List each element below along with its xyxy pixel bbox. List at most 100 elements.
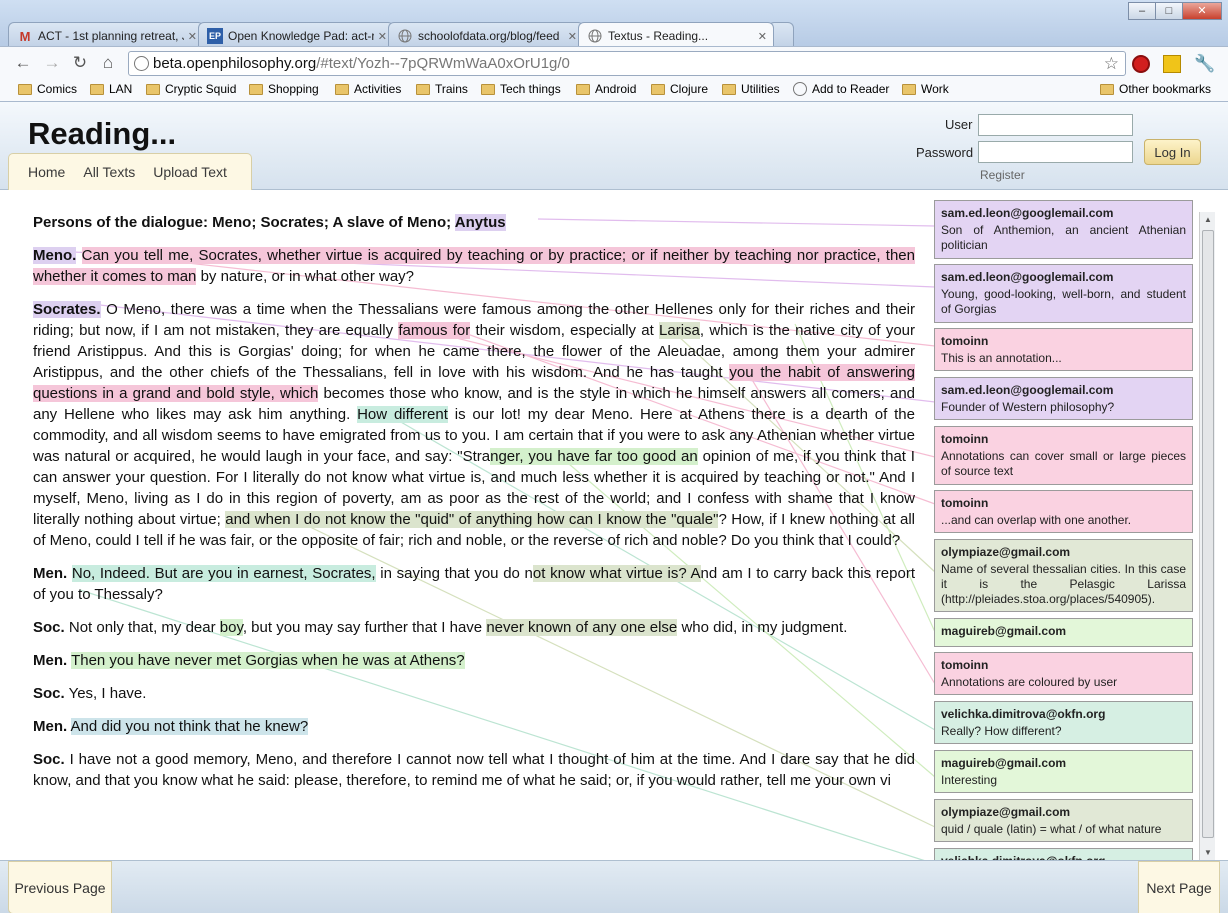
reading-text: Persons of the dialogue: Meno; Socrates;… xyxy=(33,212,915,803)
highlight-larisa[interactable]: Larisa xyxy=(659,322,700,339)
annotation-card[interactable]: velichka.dimitrova@okfn.org Really? How d… xyxy=(934,701,1193,744)
text-span: in saying that you do n xyxy=(375,565,533,582)
speaker-label[interactable]: Meno. xyxy=(33,247,77,264)
highlight-how-different[interactable]: How different xyxy=(357,406,448,423)
maximize-button[interactable]: □ xyxy=(1155,2,1183,20)
text-paragraph: Soc. Yes, I have. xyxy=(33,683,915,704)
annotation-user: olympiaze@gmail.com xyxy=(941,805,1071,819)
text-paragraph: Men. Then you have never met Gorgias whe… xyxy=(33,650,915,671)
browser-tab-schoolofdata[interactable]: schoolofdata.org/blog/feed ✕ xyxy=(388,22,584,46)
highlight-anytus[interactable]: Anytus xyxy=(454,214,506,231)
bookmark-trains[interactable]: Trains xyxy=(416,82,468,96)
minimize-button[interactable]: – xyxy=(1128,2,1156,20)
highlight-span[interactable]: No, Indeed. But are you in earnest, Socr… xyxy=(71,565,376,582)
speaker-label: Men. xyxy=(33,565,68,582)
wrench-menu-icon[interactable]: 🔧 xyxy=(1194,55,1215,73)
highlight-span[interactable]: nger, you have far too good an xyxy=(490,448,698,465)
highlight-span[interactable]: Can you tell me, Socrates, whether virtu… xyxy=(33,247,915,285)
close-window-button[interactable]: ✕ xyxy=(1182,2,1222,20)
previous-page-button[interactable]: Previous Page xyxy=(8,861,112,913)
bookmark-label: Work xyxy=(921,82,949,96)
scrollbar-thumb[interactable] xyxy=(1202,230,1214,838)
close-tab-icon[interactable]: ✕ xyxy=(188,30,197,43)
bookmark-utilities[interactable]: Utilities xyxy=(722,82,780,96)
page-info-icon[interactable] xyxy=(134,56,149,71)
bookmark-clojure[interactable]: Clojure xyxy=(651,82,708,96)
next-page-button[interactable]: Next Page xyxy=(1138,861,1220,913)
highlight-span[interactable]: ot know what virtue is? A xyxy=(532,565,701,582)
highlight-span[interactable]: famous for xyxy=(398,322,471,339)
nav-home[interactable]: Home xyxy=(28,164,65,180)
browser-tab-gmail[interactable]: M ACT - 1st planning retreat, J ✕ xyxy=(8,22,204,46)
annotation-text: Young, good-looking, well-born, and stud… xyxy=(941,287,1186,316)
bookmark-android[interactable]: Android xyxy=(576,82,636,96)
browser-tab-knowledge-pad[interactable]: EP Open Knowledge Pad: act-r ✕ xyxy=(198,22,394,46)
text-paragraph: Persons of the dialogue: Meno; Socrates;… xyxy=(33,212,915,233)
back-arrow-icon[interactable]: ← xyxy=(12,52,34,74)
forward-arrow-icon[interactable]: → xyxy=(41,52,63,74)
address-bar[interactable]: beta.openphilosophy.org/#text/Yozh--7pQR… xyxy=(128,51,1126,76)
bookmark-shopping[interactable]: Shopping xyxy=(249,82,319,96)
bookmark-star-icon[interactable]: ☆ xyxy=(1104,52,1119,75)
annotation-user: sam.ed.leon@googlemail.com xyxy=(941,206,1114,220)
close-tab-icon[interactable]: ✕ xyxy=(568,30,577,43)
bookmark-label: Shopping xyxy=(268,82,319,96)
bookmark-cryptic-squid[interactable]: Cryptic Squid xyxy=(146,82,236,96)
url-host: beta.openphilosophy.org xyxy=(153,55,317,72)
nav-upload-text[interactable]: Upload Text xyxy=(153,164,227,180)
bookmark-activities[interactable]: Activities xyxy=(335,82,401,96)
bookmark-label: Cryptic Squid xyxy=(165,82,237,96)
folder-icon xyxy=(902,83,916,95)
annotation-card[interactable]: sam.ed.leon@googlemail.com Son of Anthemi… xyxy=(934,200,1193,259)
web-page: Reading... Home All Texts Upload Text Us… xyxy=(0,102,1228,913)
user-label: User xyxy=(945,117,973,132)
sidebar-scrollbar[interactable]: ▲ ▼ xyxy=(1199,212,1215,860)
user-input[interactable] xyxy=(978,114,1133,136)
login-button[interactable]: Log In xyxy=(1144,139,1201,165)
close-tab-icon[interactable]: ✕ xyxy=(378,30,387,43)
close-tab-icon[interactable]: ✕ xyxy=(758,30,767,43)
annotation-card[interactable]: olympiaze@gmail.com Name of several thess… xyxy=(934,539,1193,612)
bookmark-work[interactable]: Work xyxy=(902,82,949,96)
speaker-label[interactable]: Socrates. xyxy=(33,301,101,318)
password-input[interactable] xyxy=(978,141,1133,163)
bookmark-add-to-reader[interactable]: Add to Reader xyxy=(793,82,889,96)
bookmark-label: Activities xyxy=(354,82,402,96)
scroll-up-arrow-icon[interactable]: ▲ xyxy=(1200,215,1216,224)
highlight-span[interactable]: And did you not think that he knew? xyxy=(70,718,309,735)
home-icon[interactable]: ⌂ xyxy=(97,52,119,74)
register-link[interactable]: Register xyxy=(980,168,1025,182)
adblock-extension-icon[interactable] xyxy=(1132,55,1150,73)
annotation-card[interactable]: maguireb@gmail.com xyxy=(934,618,1193,647)
annotation-card[interactable]: sam.ed.leon@googlemail.com Young, good-lo… xyxy=(934,264,1193,323)
annotation-card[interactable]: maguireb@gmail.com Interesting xyxy=(934,750,1193,793)
folder-icon xyxy=(18,83,32,95)
annotation-user: olympiaze@gmail.com xyxy=(941,545,1071,559)
highlight-boy[interactable]: boy xyxy=(219,619,243,636)
bookmark-tech-things[interactable]: Tech things xyxy=(481,82,561,96)
tab-title: Textus - Reading... xyxy=(608,29,709,43)
extension-icon[interactable] xyxy=(1163,55,1181,73)
other-bookmarks[interactable]: Other bookmarks xyxy=(1100,82,1211,96)
browser-titlebar: – □ ✕ M ACT - 1st planning retreat, J ✕ … xyxy=(0,0,1228,46)
bookmark-lan[interactable]: LAN xyxy=(90,82,132,96)
folder-icon xyxy=(1100,83,1114,95)
annotation-text: Name of several thessalian cities. In th… xyxy=(941,562,1186,606)
annotation-card[interactable]: olympiaze@gmail.com quid / quale (latin) … xyxy=(934,799,1193,842)
highlight-quid-quale[interactable]: and when I do not know the "quid" of any… xyxy=(225,511,719,528)
browser-tab-textus[interactable]: Textus - Reading... ✕ xyxy=(578,22,774,46)
bookmark-comics[interactable]: Comics xyxy=(18,82,77,96)
annotation-card[interactable]: tomoinn ...and can overlap with one anoth… xyxy=(934,490,1193,533)
nav-all-texts[interactable]: All Texts xyxy=(83,164,135,180)
annotation-card[interactable]: tomoinn This is an annotation... xyxy=(934,328,1193,371)
scroll-down-arrow-icon[interactable]: ▼ xyxy=(1200,848,1216,857)
highlight-span[interactable]: Then you have never met Gorgias when he … xyxy=(71,652,465,669)
app-header: Reading... Home All Texts Upload Text Us… xyxy=(0,102,1228,190)
annotation-card[interactable]: tomoinn Annotations can cover small or la… xyxy=(934,426,1193,485)
main-nav: Home All Texts Upload Text xyxy=(8,153,252,190)
annotation-card[interactable]: sam.ed.leon@googlemail.com Founder of Wes… xyxy=(934,377,1193,420)
text-span: I have not a good memory, Meno, and ther… xyxy=(33,751,915,789)
reload-icon[interactable]: ↻ xyxy=(69,52,91,74)
highlight-span[interactable]: never known of any one else xyxy=(486,619,678,636)
annotation-card[interactable]: tomoinn Annotations are coloured by user xyxy=(934,652,1193,695)
